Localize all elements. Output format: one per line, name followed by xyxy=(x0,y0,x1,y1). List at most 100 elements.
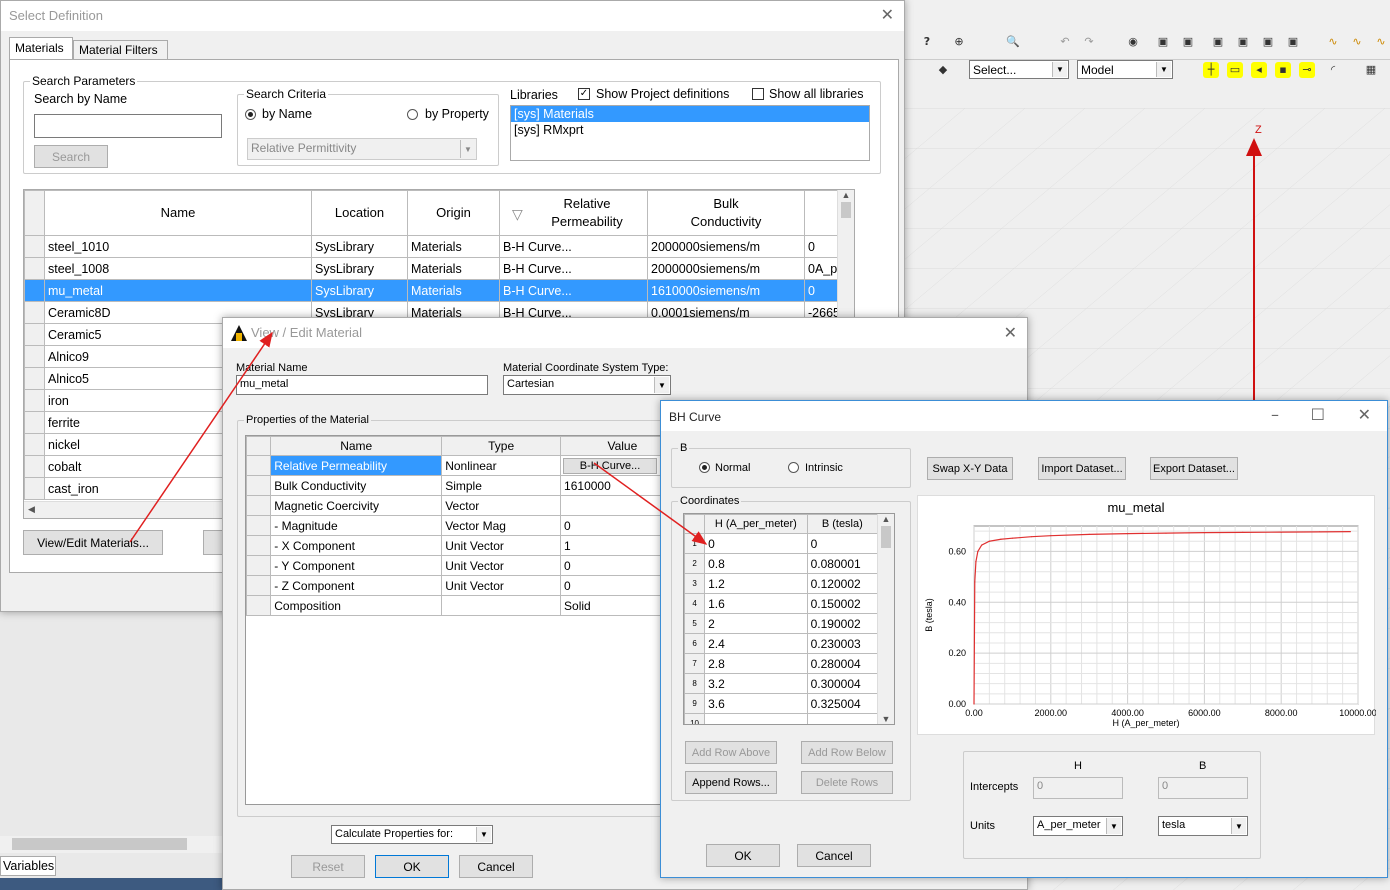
col-header-b[interactable]: B (tesla) xyxy=(806,514,879,534)
h-cell[interactable]: 0.8 xyxy=(704,553,808,574)
select-combo[interactable]: Select... ▼ xyxy=(969,60,1069,79)
table-cell[interactable]: SysLibrary xyxy=(311,257,408,280)
snap-center-icon[interactable]: ▪ xyxy=(1275,62,1291,78)
tab-materials[interactable]: Materials xyxy=(9,37,73,59)
b-cell[interactable]: 0.150002 xyxy=(806,593,879,614)
b-unit-combo[interactable]: tesla ▼ xyxy=(1158,816,1248,836)
by-name-radio[interactable] xyxy=(245,109,256,120)
h-cell[interactable]: 2.8 xyxy=(704,653,808,674)
coordinate-row[interactable]: 6 2.4 0.230003 xyxy=(684,633,879,654)
eye-icon[interactable]: ◉ xyxy=(1125,34,1141,50)
intrinsic-radio[interactable] xyxy=(788,462,799,473)
library-item-sys-rmxprt[interactable]: [sys] RMxprt xyxy=(511,122,869,138)
property-type[interactable]: Unit Vector xyxy=(441,535,562,556)
snap-icon[interactable]: ◆ xyxy=(935,62,951,78)
append-rows-button[interactable]: Append Rows... xyxy=(685,771,777,794)
bh-cancel-button[interactable]: Cancel xyxy=(797,844,871,867)
property-type[interactable] xyxy=(441,595,562,616)
col-header-name[interactable]: Name xyxy=(270,436,443,456)
table-cell[interactable]: SysLibrary xyxy=(311,235,408,258)
coordinate-row[interactable]: 4 1.6 0.150002 xyxy=(684,593,879,614)
export-dataset-button[interactable]: Export Dataset... xyxy=(1150,457,1238,480)
show-project-checkbox[interactable]: ✓ xyxy=(578,88,590,100)
property-name[interactable]: - Magnitude xyxy=(270,515,443,536)
coordinate-row[interactable]: 2 0.8 0.080001 xyxy=(684,553,879,574)
h-cell[interactable]: 1.6 xyxy=(704,593,808,614)
h-intercept-input[interactable]: 0 xyxy=(1033,777,1123,799)
property-type[interactable]: Vector xyxy=(441,495,562,516)
view5-icon[interactable]: ▣ xyxy=(1260,34,1276,50)
table-cell[interactable]: Materials xyxy=(407,235,500,258)
table-cell[interactable]: mu_metal xyxy=(44,279,312,302)
col-header-location[interactable]: Location xyxy=(311,190,408,236)
property-type[interactable]: Unit Vector xyxy=(441,575,562,596)
minimize-icon[interactable]: – xyxy=(1271,407,1279,423)
table-row[interactable]: mu_metal SysLibrary Materials B-H Curve... 1… xyxy=(24,279,839,302)
b-cell[interactable]: 0.300004 xyxy=(806,673,879,694)
table-cell[interactable]: 0A_p xyxy=(804,257,839,280)
model-combo[interactable]: Model ▼ xyxy=(1077,60,1173,79)
h-cell[interactable]: 1.2 xyxy=(704,573,808,594)
h-cell[interactable]: 0 xyxy=(704,533,808,554)
arc-icon[interactable]: ◜ xyxy=(1325,62,1341,78)
table-cell[interactable]: steel_1008 xyxy=(44,257,312,280)
snap-edge-icon[interactable]: ◂ xyxy=(1251,62,1267,78)
col-header-relative-permeability[interactable]: Relative Permeability ▽ xyxy=(499,190,648,236)
h-unit-combo[interactable]: A_per_meter ▼ xyxy=(1033,816,1123,836)
property-type[interactable]: Simple xyxy=(441,475,562,496)
material-name-input[interactable]: mu_metal xyxy=(236,375,488,395)
grid-icon[interactable]: ▦ xyxy=(1363,62,1379,78)
col-header-h[interactable]: H (A_per_meter) xyxy=(704,514,808,534)
undo-icon[interactable]: ↶ xyxy=(1057,34,1073,50)
bh-curve-button[interactable]: B-H Curve... xyxy=(563,457,658,474)
snap-face-icon[interactable]: ⊸ xyxy=(1299,62,1315,78)
table-cell[interactable]: steel_1010 xyxy=(44,235,312,258)
coordinate-row[interactable]: 5 2 0.190002 xyxy=(684,613,879,634)
table-cell[interactable]: SysLibrary xyxy=(311,279,408,302)
view6-icon[interactable]: ▣ xyxy=(1285,34,1301,50)
table-cell[interactable]: 0 xyxy=(804,235,839,258)
table-cell[interactable]: B-H Curve... xyxy=(499,235,648,258)
coordinate-row[interactable]: 8 3.2 0.300004 xyxy=(684,673,879,694)
coordinate-row[interactable]: 7 2.8 0.280004 xyxy=(684,653,879,674)
view-edit-materials-button[interactable]: View/Edit Materials... xyxy=(23,530,163,555)
ok-button[interactable]: OK xyxy=(375,855,449,878)
col-header-origin[interactable]: Origin xyxy=(407,190,500,236)
b-cell[interactable]: 0.280004 xyxy=(806,653,879,674)
table-row[interactable]: steel_1008 SysLibrary Materials B-H Curve..… xyxy=(24,257,839,280)
b-intercept-input[interactable]: 0 xyxy=(1158,777,1248,799)
close-icon[interactable]: ✕ xyxy=(1358,407,1371,423)
b-cell[interactable] xyxy=(806,713,879,724)
import-dataset-button[interactable]: Import Dataset... xyxy=(1038,457,1126,480)
libraries-list[interactable]: [sys] Materials [sys] RMxprt xyxy=(510,105,870,161)
curve2-icon[interactable]: ∿ xyxy=(1349,34,1365,50)
h-cell[interactable]: 2 xyxy=(704,613,808,634)
b-cell[interactable]: 0 xyxy=(806,533,879,554)
table-cell[interactable]: 2000000siemens/m xyxy=(647,257,805,280)
variables-tab[interactable]: Variables xyxy=(0,856,56,876)
add-row-above-button[interactable]: Add Row Above xyxy=(685,741,777,764)
table-cell[interactable]: B-H Curve... xyxy=(499,279,648,302)
add-row-below-button[interactable]: Add Row Below xyxy=(801,741,893,764)
col-header-bulk-conductivity[interactable]: Bulk Conductivity xyxy=(647,190,805,236)
cancel-button[interactable]: Cancel xyxy=(459,855,533,878)
zoom-icon[interactable]: 🔍 xyxy=(1005,34,1021,50)
reset-button[interactable]: Reset xyxy=(291,855,365,878)
table-cell[interactable]: Materials xyxy=(407,279,500,302)
b-cell[interactable]: 0.120002 xyxy=(806,573,879,594)
close-icon[interactable]: ✕ xyxy=(1004,325,1017,341)
maximize-icon[interactable]: ☐ xyxy=(1311,407,1325,423)
close-icon[interactable]: ✕ xyxy=(881,7,894,23)
property-name[interactable]: - Y Component xyxy=(270,555,443,576)
b-cell[interactable]: 0.190002 xyxy=(806,613,879,634)
property-name[interactable]: Magnetic Coercivity xyxy=(270,495,443,516)
tab-material-filters[interactable]: Material Filters xyxy=(73,40,168,59)
table-cell[interactable]: B-H Curve... xyxy=(499,257,648,280)
property-name[interactable]: Relative Permeability xyxy=(270,455,443,476)
property-type[interactable]: Unit Vector xyxy=(441,555,562,576)
curve-icon[interactable]: ∿ xyxy=(1325,34,1341,50)
property-name[interactable]: - Z Component xyxy=(270,575,443,596)
view3-icon[interactable]: ▣ xyxy=(1210,34,1226,50)
left-bottom-scrollbar[interactable] xyxy=(0,836,222,853)
coordinate-row[interactable]: 3 1.2 0.120002 xyxy=(684,573,879,594)
